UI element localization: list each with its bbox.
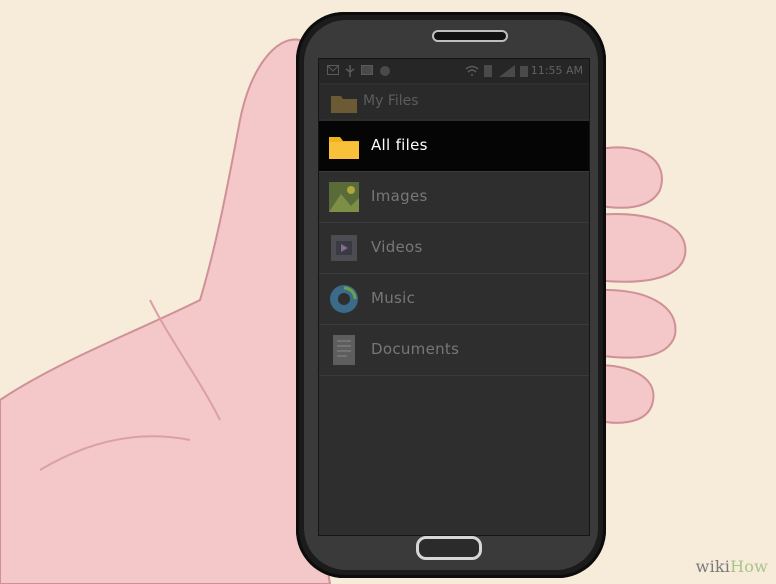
folder-icon: [329, 137, 359, 159]
list-item-label: All files: [371, 136, 428, 154]
earpiece-speaker: [432, 30, 508, 42]
watermark-how: How: [730, 557, 768, 576]
video-icon: [331, 235, 357, 261]
back-key[interactable]: ↩: [522, 542, 530, 553]
phone-screen: 11:55 AM My Files All files Images Video…: [318, 58, 590, 536]
app-header: My Files: [319, 85, 589, 119]
watermark-wiki: wiki: [695, 557, 731, 576]
hand-palm: [0, 38, 332, 584]
menu-key[interactable]: ▭: [346, 542, 355, 553]
finger-2: [595, 213, 687, 283]
image-icon: [329, 182, 359, 212]
chat-icon: [380, 66, 390, 76]
wifi-icon: [465, 65, 479, 76]
list-item-label: Music: [371, 289, 416, 307]
folder-icon: [331, 96, 357, 113]
battery-icon: [520, 66, 528, 77]
page-title: My Files: [363, 93, 419, 109]
list-item-label: Images: [371, 187, 428, 205]
sd-icon: [484, 65, 492, 77]
home-button[interactable]: [416, 536, 482, 560]
list-item-images[interactable]: Images: [319, 172, 589, 223]
usb-icon: [345, 65, 355, 77]
watermark-logo: wikiHow: [696, 557, 768, 576]
document-icon: [333, 335, 355, 365]
list-item-all-files[interactable]: All files: [319, 121, 589, 172]
list-item-music[interactable]: Music: [319, 274, 589, 325]
list-item-videos[interactable]: Videos: [319, 223, 589, 274]
music-icon: [330, 285, 358, 313]
list-item-documents[interactable]: Documents: [319, 325, 589, 376]
list-item-label: Documents: [371, 340, 460, 358]
status-time: 11:55 AM: [530, 64, 583, 77]
status-bar: 11:55 AM: [319, 59, 589, 83]
finger-3: [595, 288, 677, 359]
mail-icon: [327, 65, 339, 75]
list-item-label: Videos: [371, 238, 423, 256]
signal-icon: [499, 65, 515, 77]
image-icon: [361, 65, 373, 75]
